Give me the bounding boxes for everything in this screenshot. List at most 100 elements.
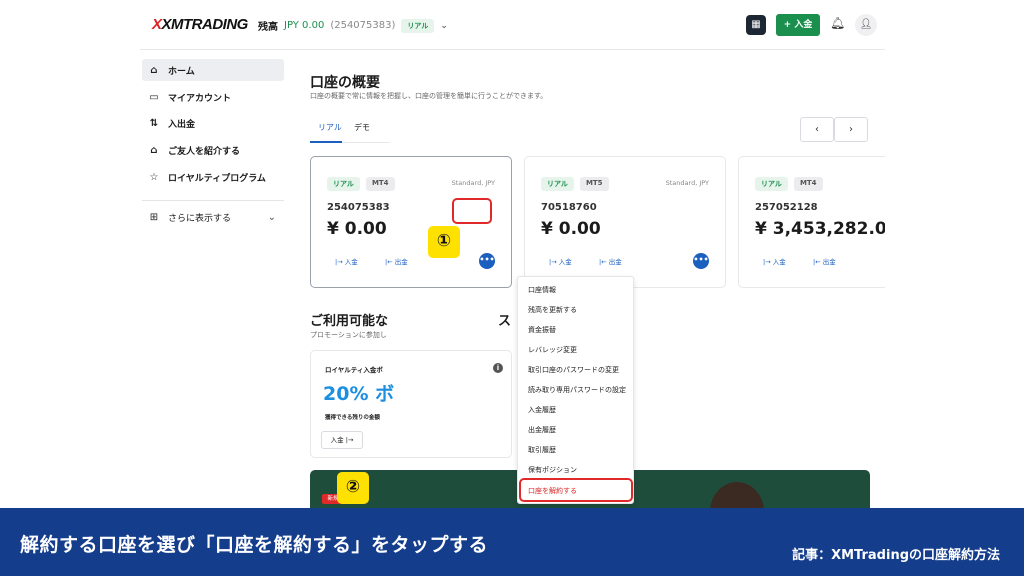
promotions-subtitle: プロモーションに参加し — [310, 331, 387, 339]
account-number: 257052128 — [755, 202, 818, 213]
card-icon: ▭ — [149, 91, 159, 103]
app-window: XXMTRADING 残高 JPY 0.00 (254075383) リアル ⌄… — [140, 0, 885, 508]
withdraw-link[interactable]: |← 出金 — [599, 256, 622, 266]
menu-item-readonly-password[interactable]: 読み取り専用パスワードの設定 — [528, 385, 626, 395]
deposit-link[interactable]: |→ 入金 — [763, 256, 786, 266]
account-type-tag: リアル — [327, 177, 360, 191]
promotions-title-tail: ス — [498, 314, 512, 329]
platform-tag: MT4 — [793, 177, 823, 191]
info-icon[interactable]: i — [493, 363, 503, 373]
sidebar-item-label: さらに表示する — [168, 213, 232, 224]
card-tags: リアル MT4 — [755, 177, 823, 191]
account-number: (254075383) — [330, 20, 396, 31]
balance-label: 残高 — [258, 22, 278, 33]
step-2-badge: ② — [337, 472, 369, 504]
transfer-icon: ⇅ — [149, 117, 159, 129]
promotion-desc: 獲得できる残りの金額 — [325, 415, 380, 421]
withdraw-link[interactable]: |← 出金 — [385, 256, 408, 266]
promotion-deposit-button[interactable]: 入金 |→ — [321, 431, 363, 449]
withdraw-label: 出金 — [822, 258, 836, 266]
account-context-menu: 口座情報 残高を更新する 資金振替 レバレッジ変更 取引口座のパスワードの変更 … — [517, 276, 634, 504]
account-type: Standard, JPY — [665, 179, 709, 187]
promotions-title-text: ご利用可能な — [310, 314, 389, 329]
deposit-icon: |→ — [549, 258, 559, 266]
caption-bar: 解約する口座を選び「口座を解約する」をタップする 記事：XMTradingの口座… — [0, 508, 1024, 576]
sidebar-item-more[interactable]: ⊞ さらに表示する ⌄ — [142, 206, 284, 228]
chevron-down-icon: ⌄ — [267, 211, 276, 223]
highlight-close-account — [519, 478, 633, 502]
account-type-tag: リアル — [541, 177, 574, 191]
promotion-title: ロイヤルティ入金ボ — [325, 366, 383, 374]
balance-selector[interactable]: 残高 JPY 0.00 (254075383) リアル ⌄ — [258, 18, 448, 33]
account-number: 70518760 — [541, 202, 597, 213]
step-1-badge: ① — [428, 226, 460, 258]
more-options-icon[interactable]: ••• — [693, 253, 709, 269]
xm-logo[interactable]: XXMTRADING — [152, 16, 248, 33]
menu-item-withdraw-history[interactable]: 出金履歴 — [528, 425, 556, 435]
card-tags: リアル MT5 — [541, 177, 609, 191]
withdraw-icon: |← — [599, 258, 609, 266]
account-card[interactable]: リアル MT4 257052128 ¥ 3,453,282.0 |→ 入金 |←… — [738, 156, 885, 288]
sidebar-item-refer-friend[interactable]: ⌂ ご友人を紹介する — [142, 139, 284, 161]
more-options-icon[interactable]: ••• — [479, 253, 495, 269]
bell-icon[interactable]: 🔔︎ — [830, 16, 845, 30]
sidebar-item-label: ホーム — [168, 66, 195, 77]
account-tag: リアル — [401, 18, 435, 33]
withdraw-link[interactable]: |← 出金 — [813, 256, 836, 266]
highlight-more-options — [452, 198, 492, 224]
menu-item-open-positions[interactable]: 保有ポジション — [528, 465, 577, 475]
platform-tag: MT5 — [579, 177, 609, 191]
card-tags: リアル MT4 — [327, 177, 395, 191]
deposit-link[interactable]: |→ 入金 — [549, 256, 572, 266]
grid-icon: ⊞ — [149, 211, 159, 223]
account-type-tag: リアル — [755, 177, 788, 191]
account-balance: ¥ 0.00 — [541, 219, 601, 239]
withdraw-icon: |← — [813, 258, 823, 266]
withdraw-label: 出金 — [394, 258, 408, 266]
deposit-link[interactable]: |→ 入金 — [335, 256, 358, 266]
caption-main: 解約する口座を選び「口座を解約する」をタップする — [20, 534, 489, 556]
withdraw-icon: |← — [385, 258, 395, 266]
promotion-card[interactable]: ロイヤルティ入金ボ i 20% ボ 獲得できる残りの金額 入金 |→ — [310, 350, 512, 458]
user-icon[interactable]: 👤︎ — [855, 14, 877, 36]
deposit-button[interactable]: + 入金 — [776, 14, 820, 36]
page-subtitle: 口座の概要で常に情報を把握し、口座の管理を簡単に行うことができます。 — [310, 92, 548, 100]
sidebar-item-my-account[interactable]: ▭ マイアカウント — [142, 86, 284, 108]
qr-icon[interactable]: ▦ — [746, 15, 766, 35]
home-icon: ⌂ — [150, 64, 158, 76]
menu-item-trade-history[interactable]: 取引履歴 — [528, 445, 556, 455]
account-type: Standard, JPY — [451, 179, 495, 187]
sidebar-item-label: マイアカウント — [168, 93, 232, 104]
account-number: 254075383 — [327, 202, 390, 213]
menu-item-refresh-balance[interactable]: 残高を更新する — [528, 305, 577, 315]
balance-amount: JPY 0.00 — [284, 20, 325, 31]
account-balance: ¥ 3,453,282.0 — [755, 219, 885, 239]
menu-item-deposit-history[interactable]: 入金履歴 — [528, 405, 556, 415]
sidebar-item-deposit-withdraw[interactable]: ⇅ 入出金 — [142, 112, 284, 134]
tab-demo[interactable]: デモ — [354, 122, 370, 133]
top-bar: XXMTRADING 残高 JPY 0.00 (254075383) リアル ⌄… — [140, 0, 885, 50]
next-button[interactable]: › — [834, 117, 868, 142]
building-icon: ⌂ — [150, 144, 158, 156]
sidebar-divider — [142, 200, 284, 201]
sidebar-item-label: ご友人を紹介する — [168, 146, 241, 157]
menu-item-change-password[interactable]: 取引口座のパスワードの変更 — [528, 365, 619, 375]
menu-item-account-info[interactable]: 口座情報 — [528, 285, 556, 295]
tab-active-indicator — [310, 141, 342, 143]
sidebar-item-home[interactable]: ⌂ ホーム — [142, 59, 284, 81]
account-balance: ¥ 0.00 — [327, 219, 387, 239]
tab-real[interactable]: リアル — [318, 122, 342, 133]
chevron-down-icon[interactable]: ⌄ — [440, 21, 448, 31]
prev-button[interactable]: ‹ — [800, 117, 834, 142]
sidebar-item-loyalty[interactable]: ☆ ロイヤルティプログラム — [142, 166, 284, 188]
promotions-title: ご利用可能な ス — [310, 310, 511, 329]
withdraw-label: 出金 — [608, 258, 622, 266]
deposit-label: 入金 — [772, 258, 786, 266]
sidebar-item-label: ロイヤルティプログラム — [168, 173, 266, 184]
account-card[interactable]: リアル MT5 Standard, JPY 70518760 ¥ 0.00 |→… — [524, 156, 726, 288]
platform-tag: MT4 — [365, 177, 395, 191]
menu-item-fund-transfer[interactable]: 資金振替 — [528, 325, 556, 335]
logo-mark: X — [152, 16, 162, 33]
menu-item-leverage[interactable]: レバレッジ変更 — [528, 345, 577, 355]
logo-text: XMTRADING — [161, 16, 249, 33]
